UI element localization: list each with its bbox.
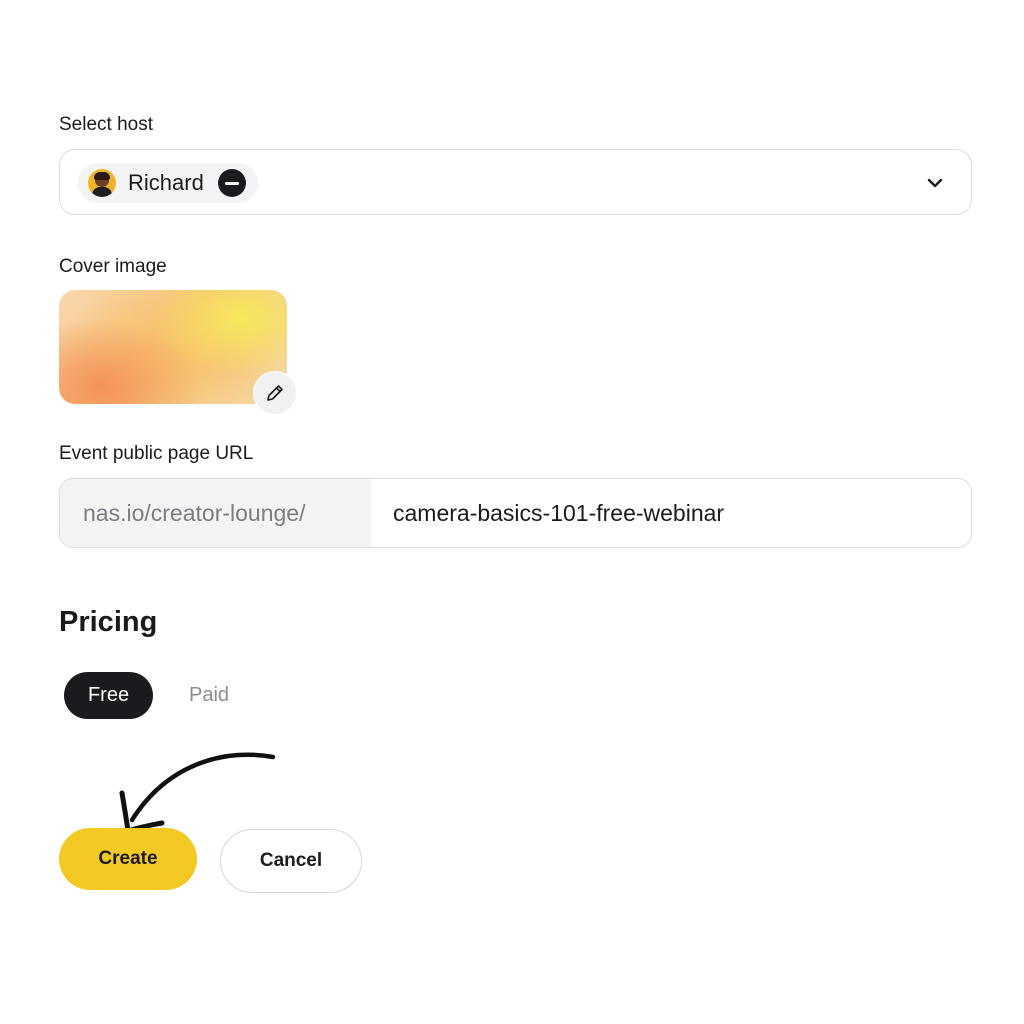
select-host-label: Select host bbox=[59, 114, 153, 135]
host-chip: Richard bbox=[78, 163, 258, 203]
cancel-button[interactable]: Cancel bbox=[220, 829, 362, 893]
host-name: Richard bbox=[128, 170, 204, 195]
avatar bbox=[88, 169, 116, 197]
url-prefix: nas.io/creator-lounge/ bbox=[60, 479, 371, 547]
pricing-option-free[interactable]: Free bbox=[64, 672, 153, 719]
pricing-option-paid[interactable]: Paid bbox=[174, 672, 244, 719]
edit-cover-button[interactable] bbox=[253, 371, 297, 415]
pencil-icon bbox=[267, 385, 283, 401]
url-slug-input[interactable] bbox=[371, 479, 971, 547]
create-button[interactable]: Create bbox=[59, 828, 197, 890]
event-url-label: Event public page URL bbox=[59, 443, 254, 464]
cover-image-label: Cover image bbox=[59, 256, 167, 277]
remove-host-icon[interactable] bbox=[217, 169, 246, 197]
chevron-down-icon[interactable] bbox=[925, 173, 945, 193]
pricing-title: Pricing bbox=[59, 606, 158, 638]
host-select-dropdown[interactable]: Richard bbox=[59, 149, 972, 215]
event-url-field: nas.io/creator-lounge/ bbox=[59, 478, 972, 548]
